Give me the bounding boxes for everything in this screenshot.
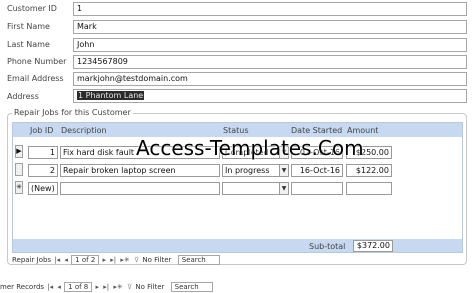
main-search-box[interactable]: Search [170,282,213,292]
repair-jobs-group-title: Repair Jobs for this Customer [12,108,133,117]
phone-number-field[interactable]: 1234567809 [73,55,467,69]
job-id-cell[interactable]: 2 [28,164,58,177]
subform-record-navigation: Repair Jobs |◂ ◂ 1 of 2 ▸ ▸| ▸✳ ⊽ No Fil… [12,255,220,266]
main-record-navigation: mer Records |◂ ◂ 1 of 8 ▸ ▸| ▸✳ ⊽ No Fil… [0,282,213,293]
filter-icon[interactable]: ⊽ [133,255,140,266]
subform-filter-status[interactable]: No Filter [142,255,171,266]
customer-id-field[interactable]: 1 [73,2,467,16]
phone-number-label: Phone Number [7,57,67,66]
description-cell[interactable]: Repair broken laptop screen [60,164,220,177]
first-record-icon[interactable]: |◂ [53,255,61,266]
next-record-icon[interactable]: ▸ [102,255,108,266]
date-started-cell[interactable]: 16-Oct-16 [291,164,343,177]
previous-record-icon[interactable]: ◂ [63,255,69,266]
col-job-id-header: Job ID [30,126,54,135]
job-id-cell[interactable]: 1 [28,146,58,159]
col-status-header: Status [223,126,249,135]
first-name-label: First Name [7,22,50,31]
col-description-header: Description [61,126,107,135]
job-id-cell-new[interactable]: (New) [28,182,58,195]
subtotal-label: Sub-total [309,242,346,251]
address-field[interactable]: 1 Phantom Lane [73,89,467,103]
last-record-icon[interactable]: ▸| [109,255,117,266]
main-filter-status[interactable]: No Filter [135,282,164,293]
watermark-text: Access-Templates.Com [136,136,364,160]
subform-search-box[interactable]: Search [177,255,220,265]
subtotal-value: $372.00 [353,240,393,252]
new-record-selector[interactable]: ✳ [15,181,23,194]
date-started-cell-new[interactable] [291,182,343,195]
status-dropdown-button[interactable]: ▼ [279,164,289,177]
subform-record-number[interactable]: 1 of 2 [71,255,100,265]
new-record-icon[interactable]: ▸✳ [112,282,123,293]
record-selector-current[interactable]: ▶ [15,145,23,158]
last-record-icon[interactable]: ▸| [102,282,110,293]
record-selector[interactable] [15,163,23,176]
main-record-number[interactable]: 1 of 8 [64,282,93,292]
last-name-field[interactable]: John [73,38,467,52]
col-date-started-header: Date Started [291,126,343,135]
status-cell[interactable]: In progress [222,164,280,177]
subform-nav-label: Repair Jobs [12,256,52,264]
subform-footer-band [13,239,462,252]
previous-record-icon[interactable]: ◂ [56,282,62,293]
customer-id-label: Customer ID [7,4,57,13]
main-nav-label: mer Records [0,283,45,291]
col-amount-header: Amount [347,126,379,135]
first-name-field[interactable]: Mark [73,20,467,34]
amount-cell[interactable]: $122.00 [346,164,392,177]
email-address-label: Email Address [7,74,64,83]
email-address-field[interactable]: markjohn@testdomain.com [73,72,467,86]
status-dropdown-button[interactable]: ▼ [279,182,289,195]
first-record-icon[interactable]: |◂ [46,282,54,293]
last-name-label: Last Name [7,40,50,49]
new-record-icon[interactable]: ▸✳ [119,255,130,266]
description-cell-new[interactable] [60,182,220,195]
address-label: Address [7,92,39,101]
filter-icon[interactable]: ⊽ [126,282,133,293]
status-cell-new[interactable] [222,182,280,195]
next-record-icon[interactable]: ▸ [95,282,101,293]
address-selected-text: 1 Phantom Lane [77,91,145,100]
amount-cell-new[interactable] [346,182,392,195]
